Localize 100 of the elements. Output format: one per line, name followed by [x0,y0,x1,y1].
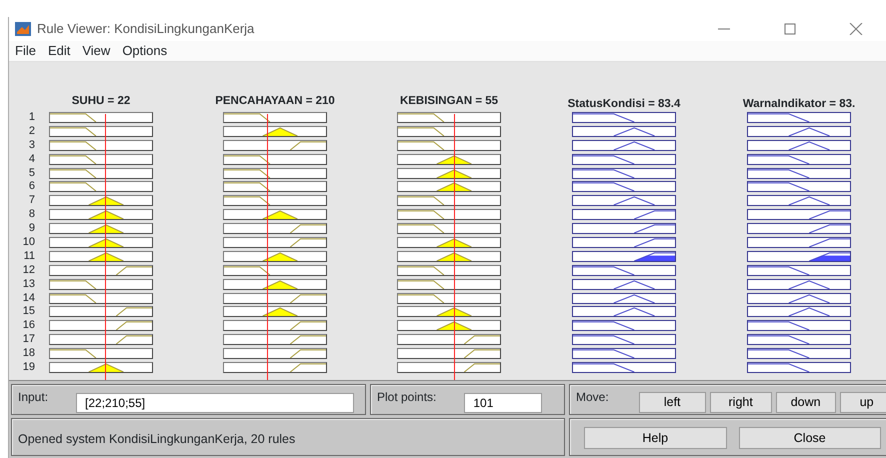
membership-curve [748,350,810,358]
menu-item[interactable]: View [76,41,116,61]
membership-curve [50,127,96,136]
membership-curve [464,336,500,344]
membership-curve [224,182,270,192]
move-button[interactable]: right [710,392,772,413]
rule-number: 15 [22,306,36,320]
membership-curve [262,280,298,289]
rule-number: 1 [28,112,36,125]
membership-curve [808,238,850,248]
membership-curve [788,141,830,150]
membership-curve [573,336,635,344]
membership-curve [788,308,830,316]
membership-curve [116,336,152,344]
variable-heading: StatusKondisi = 83.4 [568,98,680,112]
maximize-icon[interactable] [782,23,798,35]
membership-curve [573,350,635,358]
window-title: Rule Viewer: KondisiLingkunganKerja [37,20,256,38]
rule-number: 11 [22,250,36,264]
membership-curve [262,308,298,316]
field-label: Input: [18,389,48,406]
dialog-button[interactable]: Help [584,427,726,449]
rule-number: 19 [22,362,36,376]
status-message: Opened system KondisiLingkunganKerja, 20 rules [18,431,296,448]
membership-curve [788,294,830,303]
membership-curve [436,252,472,261]
membership-curve [290,322,326,330]
membership-curve [290,350,326,358]
membership-curve [290,141,326,150]
app-logo-icon [15,22,31,36]
membership-curve [573,182,635,192]
membership-curve [398,127,444,136]
membership-curve [88,238,124,248]
rule-number: 3 [28,140,36,153]
membership-curve [748,322,810,330]
membership-curve [290,336,326,344]
membership-curve [398,141,444,150]
membership-curve [398,294,444,303]
membership-curve [224,168,270,178]
rule-number: 7 [28,195,36,208]
rule-number: 5 [28,168,36,181]
membership-curve [573,266,635,275]
membership-curve [613,196,656,206]
membership-curve [116,322,152,330]
membership-curve [224,113,270,122]
membership-curve [50,155,96,164]
variable-heading: WarnaIndikator = 83. [742,98,856,112]
dialog-button[interactable]: Close [738,427,881,449]
membership-curve [50,280,96,289]
membership-curve [573,155,635,164]
membership-curve [634,224,675,234]
membership-curve [116,308,152,316]
membership-curve [50,294,96,303]
menu-item[interactable]: Edit [42,41,76,61]
rule-number: 17 [22,334,36,348]
membership-curve [398,113,444,122]
rule-number: 9 [28,223,36,236]
membership-curve [398,196,444,206]
membership-curve [262,210,298,220]
close-icon[interactable] [848,23,864,35]
membership-curve [634,210,675,220]
membership-curve [290,238,326,248]
move-button[interactable]: up [840,392,886,413]
input-field[interactable]: [22;210;55] [76,393,354,413]
membership-curve [436,238,472,248]
variable-heading: PENCAHAYAAN = 210 [215,95,335,109]
rule-number: 10 [22,237,36,250]
membership-curve [573,322,635,330]
membership-curve [748,182,810,192]
membership-curve [436,155,472,164]
plot-points-field[interactable]: 101 [464,393,542,413]
move-button[interactable]: left [638,392,706,413]
move-button[interactable]: down [776,392,836,413]
field-label: Plot points: [377,389,436,406]
membership-curve [748,155,810,164]
rule-number: 18 [22,348,36,362]
rule-number: 12 [22,264,36,278]
variable-heading: KEBISINGAN = 55 [400,95,498,109]
rule-number: 13 [22,278,36,292]
membership-curve [50,113,96,122]
menu-item[interactable]: File [9,41,42,61]
menu-item[interactable]: Options [116,41,174,61]
membership-curve [398,266,444,275]
membership-curve [808,210,850,220]
membership-curve [436,168,472,178]
membership-curve [788,196,830,206]
membership-curve [634,238,675,248]
membership-curve [436,322,472,330]
membership-curve [464,363,500,372]
membership-curve [748,266,810,275]
membership-curve [398,224,444,234]
membership-curve [290,294,326,303]
membership-curve [224,155,270,164]
membership-curve [50,141,96,150]
membership-curve [88,363,124,372]
membership-curve [788,280,830,289]
membership-curve [88,252,124,261]
membership-curve [262,127,298,136]
membership-curve [224,196,270,206]
membership-curve [290,363,326,372]
